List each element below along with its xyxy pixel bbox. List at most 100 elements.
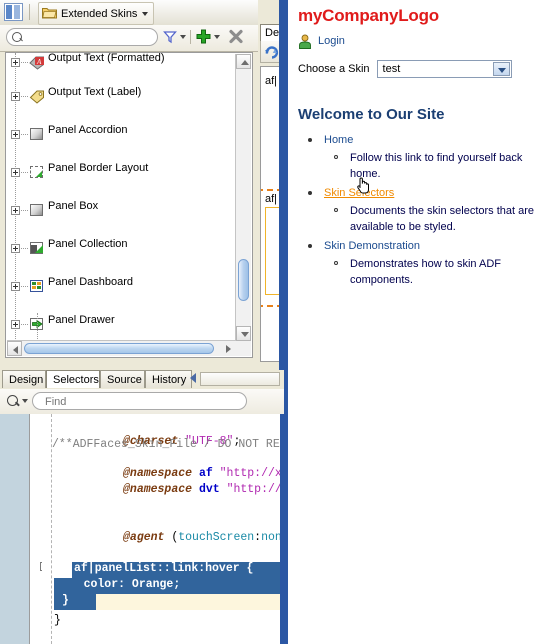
expander-icon[interactable] [11,282,20,291]
code-line-namespace-af: @namespace af "http://xmlns.oracl [54,454,284,480]
tree-item-label: Panel Border Layout [48,162,149,174]
tree-row-output-text-formatted[interactable]: A Output Text (Formatted) [6,53,238,70]
scroll-thumb[interactable] [238,259,249,301]
funnel-filter-icon[interactable] [163,30,177,44]
tree-connector [21,62,28,64]
code-token-keyword: @namespace [123,483,193,496]
css-code-editor[interactable]: @charset "UTF-8"; /**ADFFaces_Skin_File … [0,414,284,644]
user-icon [299,34,311,49]
tree-row-panel-box[interactable]: Panel Box [6,200,238,220]
tree-row-panel-collection[interactable]: Panel Collection [6,238,238,258]
selected-code-line-2: color: Orange; [54,578,284,594]
content-list: Home Follow this link to find yourself b… [298,132,548,291]
tab-design[interactable]: Design [2,370,46,388]
tree-search-toolbar [0,25,284,52]
tree-row-panel-dashboard[interactable]: Panel Dashboard [6,276,238,296]
tree-connector [21,286,28,288]
expander-icon[interactable] [11,320,20,329]
extended-skins-button[interactable]: Extended Skins [38,2,155,25]
tree-row-output-text-label[interactable]: Output Text (Label) [6,86,238,106]
label-tag-icon [29,89,45,104]
list-item-text: Demonstrates how to skin ADF components. [350,258,502,286]
refresh-icon[interactable] [264,44,280,59]
editor-fold-margin[interactable] [30,414,49,644]
skin-demonstration-link[interactable]: Skin Demonstration [324,240,420,252]
find-toolbar [0,389,284,415]
selected-code-line-3: } [54,594,96,610]
tree-rows-container: A Output Text (Formatted) Output Text (L… [6,53,238,341]
list-item[interactable]: Skin Selectors [298,185,548,201]
chevron-down-icon [142,12,149,16]
bullet-icon [308,138,312,142]
tree-horizontal-scrollbar[interactable] [7,340,236,356]
split-panel-icon[interactable] [4,3,23,21]
find-input[interactable] [43,394,242,410]
expander-icon[interactable] [11,58,20,67]
skins-toolbar: Extended Skins [0,0,284,26]
expander-icon[interactable] [11,130,20,139]
ide-left-column: Extended Skins A Output Text (Formatted)… [0,0,284,644]
code-line-closing-brace: } [54,614,61,627]
close-x-icon[interactable] [228,29,244,45]
tree-item-label: Panel Collection [48,238,128,250]
editor-text-area[interactable]: @charset "UTF-8"; /**ADFFaces_Skin_File … [42,414,284,644]
skin-selectors-link[interactable]: Skin Selectors [324,187,394,199]
scroll-right-button[interactable] [221,341,236,356]
list-item-text: Follow this link to find yourself back h… [350,152,523,180]
search-input[interactable] [27,30,156,46]
tabs-scroll-left-icon[interactable] [190,373,196,383]
find-chevron-down-icon[interactable] [22,399,28,403]
add-chevron-down-icon[interactable] [214,35,220,39]
list-item[interactable]: Home [298,132,548,148]
scroll-down-button[interactable] [236,326,251,341]
chevron-down-icon[interactable] [492,62,510,76]
preview-text-2: af| [265,193,278,205]
skin-select-value: test [382,63,401,75]
page-title: Welcome to Our Site [298,106,445,123]
tree-item-label: Panel Accordion [48,124,128,136]
browser-preview: myCompanyLogo Login Choose a Skin test W… [284,0,553,644]
search-field-wrapper[interactable] [6,28,158,46]
find-search-icon-group[interactable] [7,393,29,409]
expander-icon[interactable] [11,206,20,215]
code-line-namespace-dvt: @namespace dvt "http://xmlns.orac [54,470,284,496]
home-link[interactable]: Home [324,134,353,146]
list-item-sub: Follow this link to find yourself back h… [298,150,548,182]
scroll-up-button[interactable] [236,54,251,69]
list-item-sub: Demonstrates how to skin ADF components. [298,256,548,288]
tree-vertical-scrollbar[interactable] [235,54,251,341]
tree-item-label: Panel Box [48,200,99,212]
tree-row-panel-drawer[interactable]: Panel Drawer [6,314,238,334]
list-item[interactable]: Skin Demonstration [298,238,548,254]
skin-select[interactable]: test [376,60,512,78]
tree-item-label: Panel Dashboard [48,276,134,288]
tree-row-panel-accordion[interactable]: Panel Accordion [6,124,238,144]
tree-connector [21,324,28,326]
tab-source[interactable]: Source [100,370,145,388]
browser-left-border [284,0,288,644]
tree-connector [21,96,28,98]
tab-label: De [265,27,280,39]
login-link[interactable]: Login [318,35,345,47]
code-line-agent: @agent (touchScreen:none) { [54,518,284,544]
scroll-left-button[interactable] [7,341,22,356]
find-field-wrapper[interactable] [32,392,247,410]
panel-border-icon [29,165,45,180]
tab-selectors[interactable]: Selectors [46,370,100,388]
tab-history[interactable]: History [145,370,192,388]
tree-row-panel-border-layout[interactable]: Panel Border Layout [6,162,238,182]
expander-icon[interactable] [11,92,20,101]
panel-gray-icon [29,203,45,218]
design-preview-panel: De af| af| [258,0,284,370]
tree-connector [21,248,28,250]
code-line-charset: @charset "UTF-8"; [54,422,240,448]
filter-chevron-down-icon[interactable] [180,35,186,39]
expander-icon[interactable] [11,244,20,253]
code-token-keyword: @agent [123,531,165,544]
expander-icon[interactable] [11,168,20,177]
selectors-tree-panel[interactable]: A Output Text (Formatted) Output Text (L… [5,52,253,358]
scroll-thumb-h[interactable] [24,343,214,354]
plus-add-icon[interactable] [196,29,211,44]
tree-connector [21,172,28,174]
editor-gutter [0,414,30,644]
